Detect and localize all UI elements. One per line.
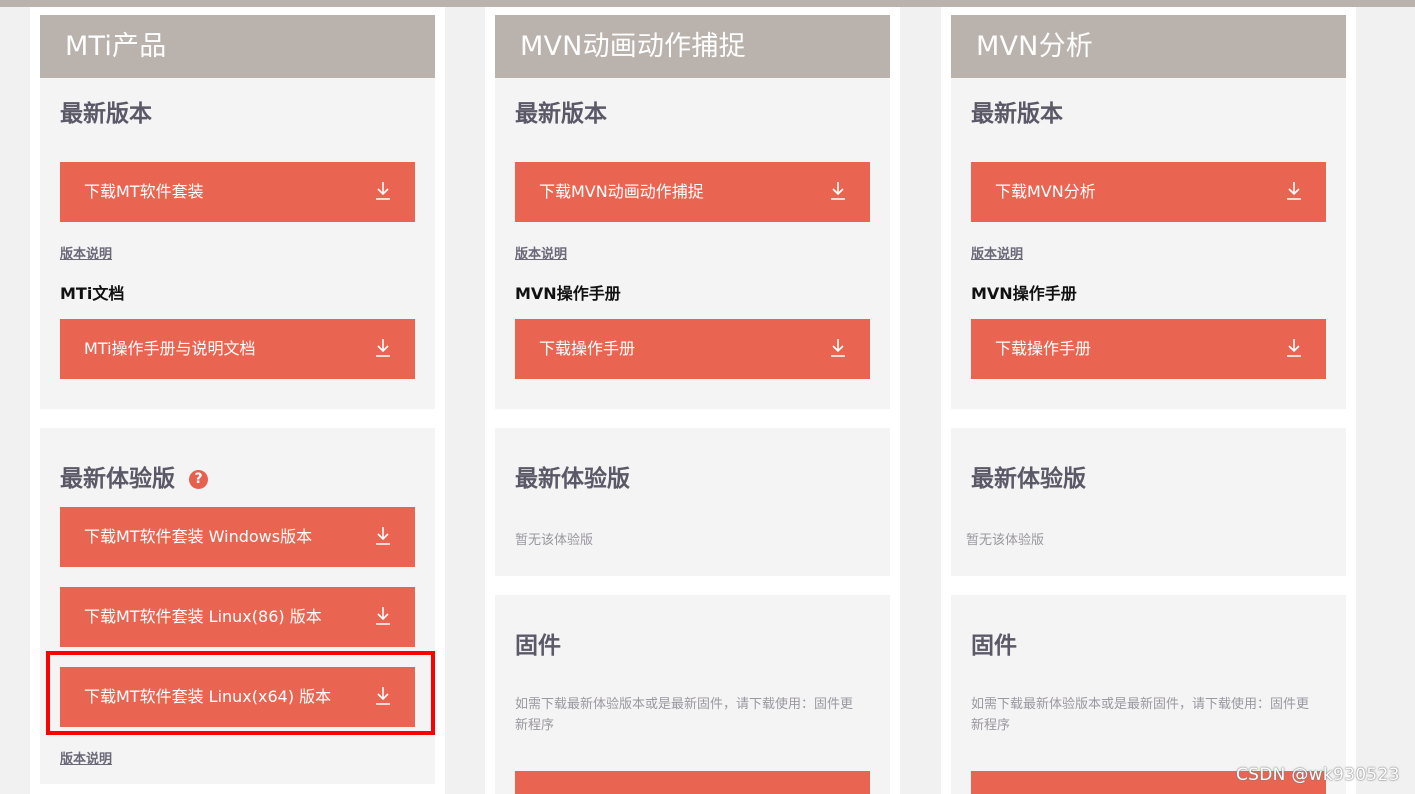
latest-version-card: 最新版本 下载MT软件套装 版本说明 MTi文档 MTi操作手册与说明文档: [40, 78, 435, 409]
download-software-button[interactable]: 下载MT软件套装: [60, 162, 415, 222]
latest-version-card: 最新版本 下载MVN动画动作捕捉 版本说明 MVN操作手册 下载操作手册: [495, 78, 890, 409]
download-firmware-updater-button[interactable]: [515, 771, 870, 794]
download-icon: [1287, 182, 1301, 200]
section-title: 最新版本: [515, 101, 607, 127]
highlight-box: [46, 651, 435, 735]
beta-version-card: 最新体验版 暂无该体验版: [495, 428, 890, 576]
button-label: 下载操作手册: [539, 339, 636, 358]
column-header: MVN分析: [951, 15, 1346, 78]
section-title: 固件: [515, 633, 561, 659]
button-label: 下载MVN分析: [995, 182, 1096, 201]
doc-title: MVN操作手册: [515, 284, 621, 303]
product-column-mvn-analyze: MVN分析 最新版本 下载MVN分析 版本说明 MVN操作手册 下载操作手册 最…: [941, 7, 1356, 794]
download-icon: [831, 182, 845, 200]
section-title: 最新体验版: [971, 466, 1086, 492]
download-manual-button[interactable]: 下载操作手册: [971, 319, 1326, 379]
download-manual-button[interactable]: 下载操作手册: [515, 319, 870, 379]
download-icon: [1287, 339, 1301, 357]
product-column-mvn-animate: MVN动画动作捕捉 最新版本 下载MVN动画动作捕捉 版本说明 MVN操作手册 …: [485, 7, 900, 794]
download-icon: [376, 339, 390, 357]
firmware-description: 如需下载最新体验版本或是最新固件，请下载使用：固件更新程序: [515, 697, 854, 733]
download-linux86-button[interactable]: 下载MT软件套装 Linux(86) 版本: [60, 587, 415, 647]
section-title: 固件: [971, 633, 1017, 659]
latest-version-card: 最新版本 下载MVN分析 版本说明 MVN操作手册 下载操作手册: [951, 78, 1346, 409]
download-icon: [376, 182, 390, 200]
section-title: 最新体验版: [515, 466, 630, 492]
section-title-text: 最新体验版: [60, 466, 175, 492]
download-software-button[interactable]: 下载MVN分析: [971, 162, 1326, 222]
empty-beta-text: 暂无该体验版: [966, 533, 1045, 548]
release-notes-link[interactable]: 版本说明: [60, 748, 112, 767]
doc-title: MVN操作手册: [971, 284, 1077, 303]
download-icon: [376, 607, 390, 625]
download-software-button[interactable]: 下载MVN动画动作捕捉: [515, 162, 870, 222]
section-title: 最新体验版?: [60, 459, 208, 493]
doc-title: MTi文档: [60, 284, 125, 303]
column-header: MTi产品: [40, 15, 435, 78]
download-icon: [831, 339, 845, 357]
release-notes-link[interactable]: 版本说明: [971, 243, 1023, 262]
button-label: 下载MVN动画动作捕捉: [539, 182, 704, 201]
beta-version-card: 最新体验版 暂无该体验版: [951, 428, 1346, 576]
firmware-card: 固件 如需下载最新体验版本或是最新固件，请下载使用：固件更新程序: [495, 595, 890, 794]
help-icon[interactable]: ?: [189, 470, 208, 489]
section-title: 最新版本: [971, 101, 1063, 127]
release-notes-link[interactable]: 版本说明: [60, 243, 112, 262]
button-label: 下载MT软件套装: [84, 182, 204, 201]
button-label: 下载MT软件套装 Windows版本: [84, 527, 313, 546]
watermark: CSDN @wk930523: [1236, 765, 1400, 785]
download-windows-button[interactable]: 下载MT软件套装 Windows版本: [60, 507, 415, 567]
firmware-description: 如需下载最新体验版本或是最新固件，请下载使用：固件更新程序: [971, 697, 1310, 733]
download-manual-button[interactable]: MTi操作手册与说明文档: [60, 319, 415, 379]
release-notes-link[interactable]: 版本说明: [515, 243, 567, 262]
button-label: MTi操作手册与说明文档: [84, 339, 256, 358]
top-bar: [0, 0, 1415, 7]
button-label: 下载操作手册: [995, 339, 1092, 358]
empty-beta-text: 暂无该体验版: [515, 533, 594, 548]
button-label: 下载MT软件套装 Linux(86) 版本: [84, 607, 322, 626]
column-header: MVN动画动作捕捉: [495, 15, 890, 78]
download-icon: [376, 527, 390, 545]
section-title: 最新版本: [60, 101, 152, 127]
